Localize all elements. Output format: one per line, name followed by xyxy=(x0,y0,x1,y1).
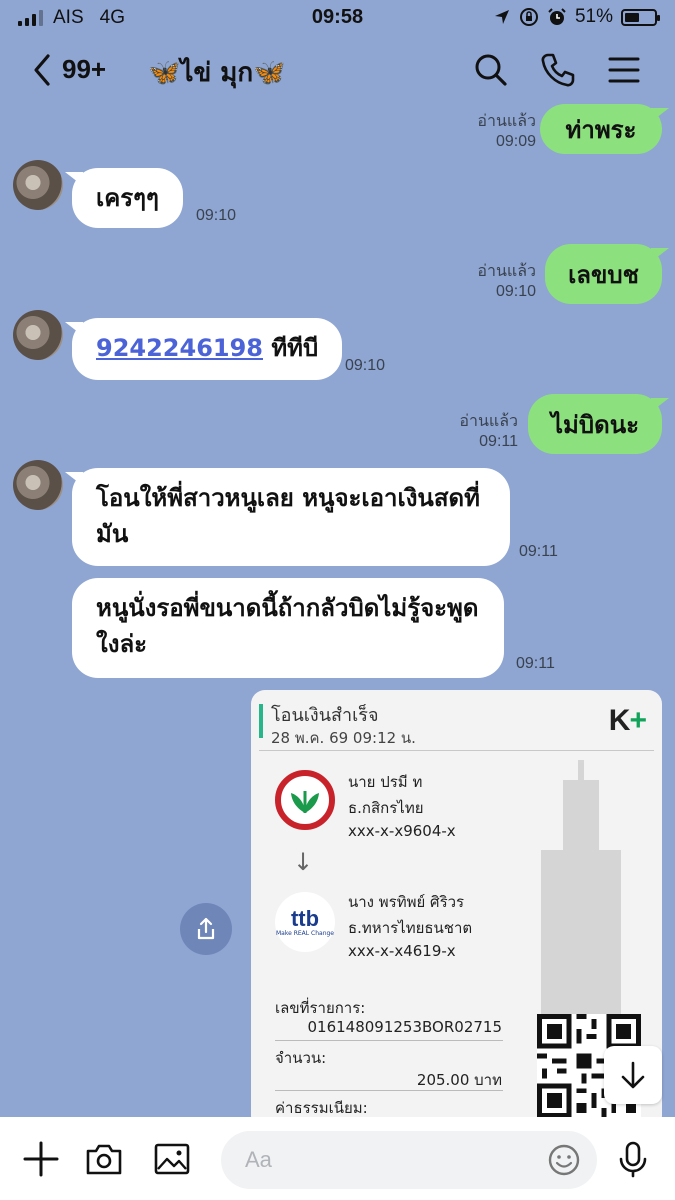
message-bubble-incoming[interactable]: 9242246198 ทีทีบี xyxy=(72,318,343,380)
message-meta: อ่านแล้ว 09:09 xyxy=(470,112,536,152)
contact-avatar[interactable] xyxy=(13,460,63,510)
message-text: ไม่บิดนะ xyxy=(550,410,639,439)
slip-date: 28 พ.ค. 69 09:12 น. xyxy=(271,729,416,747)
search-icon[interactable] xyxy=(470,50,510,90)
contact-avatar[interactable] xyxy=(13,310,63,360)
microphone-icon[interactable] xyxy=(613,1139,653,1179)
unread-count[interactable]: 99+ xyxy=(62,54,106,85)
slip-accent-bar xyxy=(259,704,263,738)
message-meta: อ่านแล้ว 09:11 xyxy=(452,412,518,452)
message-bubble-incoming[interactable]: เครๆๆ xyxy=(72,168,183,228)
scroll-to-bottom-button[interactable] xyxy=(604,1046,662,1104)
alarm-icon xyxy=(548,8,566,25)
composer-bar xyxy=(0,1117,675,1200)
kplus-logo-plus: + xyxy=(629,704,647,737)
chat-header: 99+ 🦋ไข่ มุก🦋 xyxy=(0,36,675,104)
contact-avatar[interactable] xyxy=(13,160,63,210)
image-icon[interactable] xyxy=(152,1139,192,1179)
read-receipt: อ่านแล้ว xyxy=(459,413,518,430)
rotation-lock-icon xyxy=(519,8,538,26)
battery-fill xyxy=(625,12,640,22)
transfer-arrow-icon: ↓ xyxy=(293,848,314,876)
slip-divider xyxy=(259,750,654,751)
receiver-name: นาง พรทิพย์ ศิริวร xyxy=(348,893,465,911)
kasikorn-bank-logo xyxy=(275,770,335,830)
ttb-logo-text: ttb xyxy=(290,905,320,931)
message-time: 09:11 xyxy=(516,655,555,672)
amount-label: จำนวน: xyxy=(275,1049,327,1067)
message-time: 09:09 xyxy=(495,133,536,150)
transfer-slip-image[interactable]: โอนเงินสำเร็จ 28 พ.ค. 69 09:12 น. K+ นาย… xyxy=(251,690,662,1130)
message-time: 09:10 xyxy=(196,207,237,224)
message-text: เลขบช xyxy=(568,260,639,289)
amount-value: 205.00 บาท xyxy=(416,1071,502,1089)
message-bubble-outgoing[interactable]: ท่าพระ xyxy=(540,104,662,154)
message-text: เครๆๆ xyxy=(96,184,159,212)
receiver-account: xxx-x-x4619-x xyxy=(348,942,456,960)
message-text: ทีทีบี xyxy=(263,334,319,362)
message-input-wrapper xyxy=(221,1131,597,1189)
ref-value: 016148091253BOR02715 xyxy=(307,1018,503,1036)
plus-icon[interactable] xyxy=(21,1139,61,1179)
message-text-line: ใงล่ะ xyxy=(96,630,148,658)
kplus-logo-k: K xyxy=(608,704,631,737)
camera-icon[interactable] xyxy=(84,1139,124,1179)
message-text-line: มัน xyxy=(96,520,129,548)
ttb-bank-logo: ttb Make REAL Change xyxy=(275,892,335,952)
message-bubble-outgoing[interactable]: เลขบช xyxy=(545,244,662,304)
read-receipt: อ่านแล้ว xyxy=(477,263,536,280)
status-right: 51% xyxy=(493,6,660,28)
message-bubble-incoming[interactable]: หนูนั่งรอพี่ขนาดนี้ถ้ากลัวบิดไม่รู้จะพูด… xyxy=(72,578,504,678)
message-input[interactable] xyxy=(245,1143,545,1177)
status-bar: AIS 4G 09:58 51% xyxy=(0,0,675,36)
message-time: 09:10 xyxy=(495,283,536,300)
sender-bank: ธ.กสิกรไทย xyxy=(348,799,424,817)
message-text-line: โอนให้พี่สาวหนูเลย หนูจะเอาเงินสดที่ xyxy=(96,484,480,512)
battery-icon xyxy=(621,8,660,26)
message-time: 09:11 xyxy=(519,543,558,560)
message-text-line: หนูนั่งรอพี่ขนาดนี้ถ้ากลัวบิดไม่รู้จะพูด xyxy=(96,594,479,622)
ref-label: เลขที่รายการ: xyxy=(275,999,366,1017)
account-number-link[interactable]: 9242246198 xyxy=(96,334,263,362)
receiver-bank: ธ.ทหารไทยธนชาต xyxy=(348,919,473,937)
share-icon xyxy=(197,917,215,940)
arrow-down-icon xyxy=(621,1061,645,1089)
message-bubble-outgoing[interactable]: ไม่บิดนะ xyxy=(528,394,662,454)
read-receipt: อ่านแล้ว xyxy=(477,113,536,130)
ttb-logo-tagline: Make REAL Change xyxy=(276,929,334,937)
sender-account: xxx-x-x9604-x xyxy=(348,822,456,840)
kplus-logo: K+ xyxy=(608,704,647,738)
slip-separator xyxy=(275,1040,503,1041)
emoji-icon[interactable] xyxy=(547,1143,581,1177)
message-bubble-incoming[interactable]: โอนให้พี่สาวหนูเลย หนูจะเอาเงินสดที่ มัน xyxy=(72,468,510,566)
chat-title[interactable]: 🦋ไข่ มุก🦋 xyxy=(148,52,286,93)
message-text: ท่าพระ xyxy=(565,115,637,144)
slip-title: โอนเงินสำเร็จ xyxy=(271,705,379,726)
battery-percent: 51% xyxy=(574,6,613,27)
back-chevron-icon[interactable] xyxy=(26,50,62,90)
location-icon xyxy=(494,10,509,24)
menu-icon[interactable] xyxy=(604,50,644,90)
sender-name: นาย ปรมี ท xyxy=(348,773,423,791)
message-time: 09:11 xyxy=(479,433,518,450)
phone-icon[interactable] xyxy=(537,50,577,90)
message-meta: อ่านแล้ว 09:10 xyxy=(470,262,536,302)
slip-separator xyxy=(275,1090,503,1091)
share-button[interactable] xyxy=(180,903,232,955)
message-time: 09:10 xyxy=(345,357,386,374)
